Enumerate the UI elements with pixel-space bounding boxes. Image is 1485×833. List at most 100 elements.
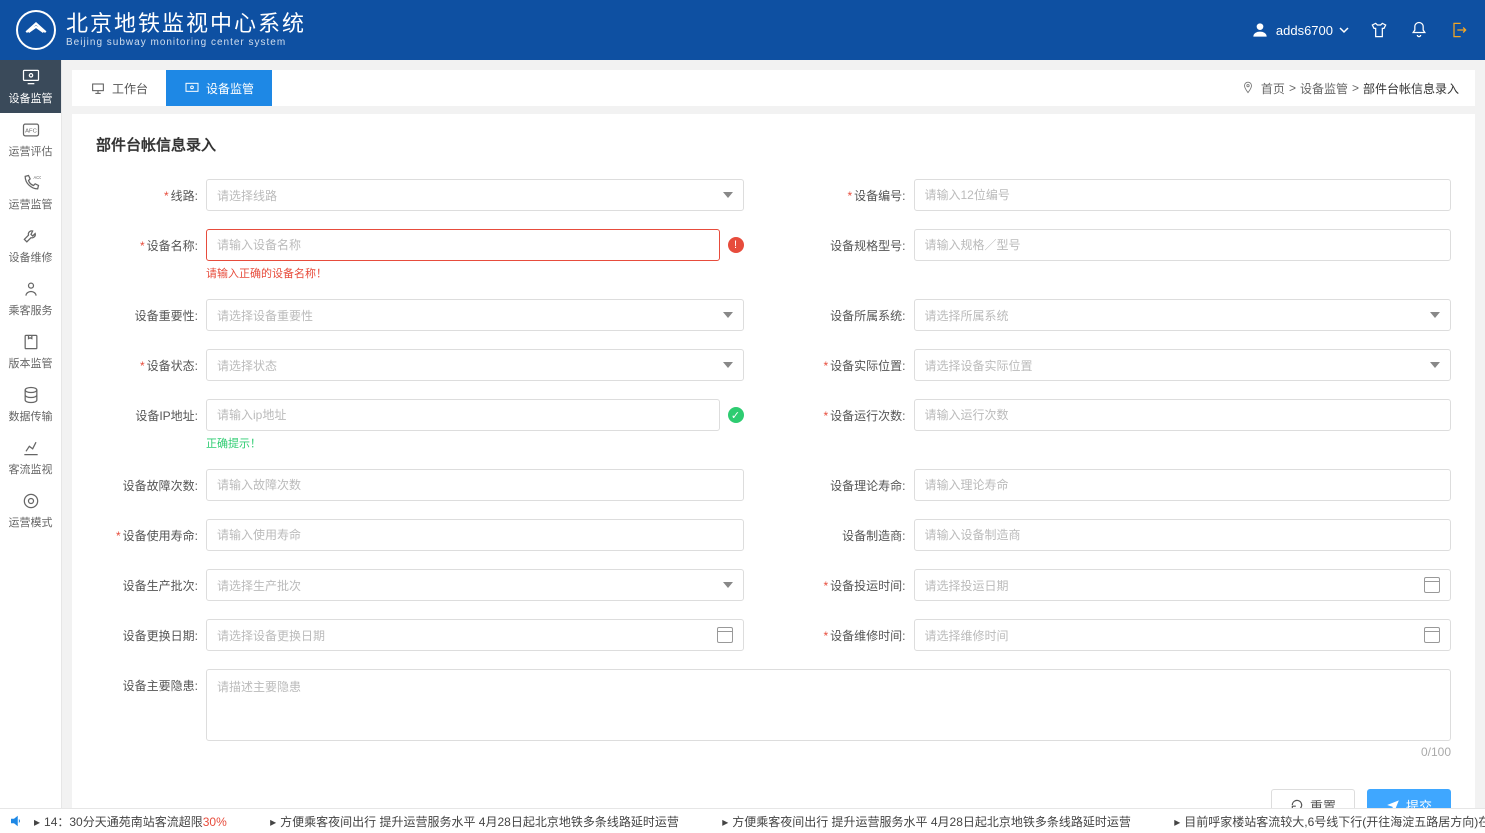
footer-ticker: ▸14：30分天通苑南站客流超限30% ▸方便乘客夜间出行 提升运营服务水平 4…: [0, 808, 1485, 833]
form-panel: 部件台帐信息录入 *线路: 请选择线路 *设备编号: *设备名称: ! 请输: [72, 114, 1475, 808]
ticker-item: 方便乘客夜间出行 提升运营服务水平 4月28日起北京地铁多条线路延时运营: [280, 815, 679, 829]
book-icon: [21, 332, 41, 352]
chevron-down-icon: [1339, 25, 1349, 35]
label-device-no: 设备编号:: [854, 189, 905, 203]
label-repair-date: 设备维修时间:: [830, 629, 905, 643]
send-icon: [1386, 798, 1400, 808]
user-menu[interactable]: adds6700: [1250, 20, 1349, 40]
select-batch[interactable]: 请选择生产批次: [206, 569, 744, 601]
breadcrumb: 首页 > 设备监管 > 部件台帐信息录入: [1241, 70, 1475, 106]
logo-icon: [16, 10, 56, 50]
submit-button[interactable]: 提交: [1367, 789, 1451, 808]
input-device-name[interactable]: [206, 229, 720, 261]
crumb-level1[interactable]: 设备监管: [1300, 80, 1348, 97]
panel-title: 部件台帐信息录入: [96, 134, 1451, 155]
select-importance[interactable]: 请选择设备重要性: [206, 299, 744, 331]
label-position: 设备实际位置:: [830, 359, 905, 373]
refresh-icon: [1290, 798, 1304, 808]
bell-icon[interactable]: [1409, 20, 1429, 40]
textarea-hazard[interactable]: [206, 669, 1451, 741]
sidebar-item-label: 设备维修: [9, 249, 53, 265]
input-fault-count[interactable]: [206, 469, 744, 501]
tshirt-icon[interactable]: [1369, 20, 1389, 40]
sidebar-item-label: 运营评估: [9, 143, 53, 159]
helper-ip: 正确提示！: [206, 435, 744, 451]
select-line[interactable]: 请选择线路: [206, 179, 744, 211]
submit-label: 提交: [1406, 796, 1432, 809]
sidebar-item-label: 设备监管: [9, 90, 53, 106]
select-system[interactable]: 请选择所属系统: [914, 299, 1452, 331]
logout-icon[interactable]: [1449, 20, 1469, 40]
logo: 北京地铁监视中心系统 Beijing subway monitoring cen…: [16, 10, 306, 50]
label-replace-date: 设备更换日期:: [123, 629, 198, 643]
input-run-count[interactable]: [914, 399, 1452, 431]
char-counter: 0/100: [206, 745, 1451, 759]
app-title-cn: 北京地铁监视中心系统: [66, 12, 306, 36]
target-icon: [21, 491, 41, 511]
tab-workbench[interactable]: 工作台: [72, 70, 166, 106]
crumb-current: 部件台帐信息录入: [1363, 80, 1459, 97]
label-spec: 设备规格型号:: [830, 239, 905, 253]
label-ip: 设备IP地址:: [135, 409, 198, 423]
label-system: 设备所属系统:: [830, 309, 905, 323]
label-run-count: 设备运行次数:: [830, 409, 905, 423]
svg-text:ACC: ACC: [33, 175, 41, 180]
reset-button[interactable]: 重置: [1271, 789, 1355, 808]
chart-icon: [21, 438, 41, 458]
select-status[interactable]: 请选择状态: [206, 349, 744, 381]
sidebar-item-passenger[interactable]: 乘客服务: [0, 272, 61, 325]
input-ip[interactable]: [206, 399, 720, 431]
input-device-no[interactable]: [914, 179, 1452, 211]
sidebar-item-repair[interactable]: 设备维修: [0, 219, 61, 272]
label-use-life: 设备使用寿命:: [123, 529, 198, 543]
pin-icon: [1241, 81, 1255, 95]
date-operate[interactable]: 请选择投运日期: [914, 569, 1452, 601]
user-icon: [21, 279, 41, 299]
sidebar-item-label: 运营模式: [9, 514, 53, 530]
input-spec[interactable]: [914, 229, 1452, 261]
input-manufacturer[interactable]: [914, 519, 1452, 551]
helper-device-name: 请输入正确的设备名称！: [206, 265, 744, 281]
svg-text:AFC: AFC: [25, 129, 37, 135]
label-hazard: 设备主要隐患:: [123, 679, 198, 693]
reset-label: 重置: [1310, 796, 1336, 809]
date-repair[interactable]: 请选择维修时间: [914, 619, 1452, 651]
sidebar-item-version[interactable]: 版本监管: [0, 325, 61, 378]
monitor-icon: [184, 80, 200, 96]
label-manufacturer: 设备制造商:: [842, 529, 905, 543]
label-batch: 设备生产批次:: [123, 579, 198, 593]
speaker-icon: [8, 812, 26, 830]
sidebar-item-operation-mode[interactable]: 运营模式: [0, 484, 61, 537]
sidebar-item-operation-monitor[interactable]: ACC 运营监管: [0, 166, 61, 219]
label-operate-date: 设备投运时间:: [830, 579, 905, 593]
sidebar: 设备监管 AFC 运营评估 ACC 运营监管 设备维修 乘客服务 版本监管 数据…: [0, 60, 62, 808]
database-icon: [21, 385, 41, 405]
label-device-name: 设备名称:: [147, 239, 198, 253]
select-position[interactable]: 请选择设备实际位置: [914, 349, 1452, 381]
sidebar-item-flow-monitor[interactable]: 客流监视: [0, 431, 61, 484]
sidebar-item-label: 乘客服务: [9, 302, 53, 318]
sidebar-item-label: 运营监管: [9, 196, 53, 212]
content-area: 工作台 设备监管 首页 > 设备监管 > 部件台帐信息录入 部件台帐信息录入 *…: [62, 60, 1485, 808]
app-header: 北京地铁监视中心系统 Beijing subway monitoring cen…: [0, 0, 1485, 60]
sidebar-item-label: 版本监管: [9, 355, 53, 371]
ticker-item: 目前呼家楼站客流较大,6号线下行(开往海淀五路居方向)在呼家楼站采取部分在呼家楼…: [1184, 815, 1485, 829]
phone-icon: ACC: [21, 173, 41, 193]
sidebar-item-operation-eval[interactable]: AFC 运营评估: [0, 113, 61, 166]
tabbar: 工作台 设备监管 首页 > 设备监管 > 部件台帐信息录入: [72, 70, 1475, 106]
desk-icon: [90, 80, 106, 96]
sidebar-item-device-monitor[interactable]: 设备监管: [0, 60, 61, 113]
input-use-life[interactable]: [206, 519, 744, 551]
app-title-en: Beijing subway monitoring center system: [66, 37, 306, 48]
sidebar-item-data-transfer[interactable]: 数据传输: [0, 378, 61, 431]
label-importance: 设备重要性:: [135, 309, 198, 323]
crumb-home[interactable]: 首页: [1261, 80, 1285, 97]
input-theory-life[interactable]: [914, 469, 1452, 501]
tab-device-monitor[interactable]: 设备监管: [166, 70, 272, 106]
ticker-item: 14：30分天通苑南站客流超限: [44, 815, 203, 829]
success-badge-icon: ✓: [728, 407, 744, 423]
error-badge-icon: !: [728, 237, 744, 253]
sidebar-item-label: 客流监视: [9, 461, 53, 477]
afc-icon: AFC: [21, 120, 41, 140]
date-replace[interactable]: 请选择设备更换日期: [206, 619, 744, 651]
